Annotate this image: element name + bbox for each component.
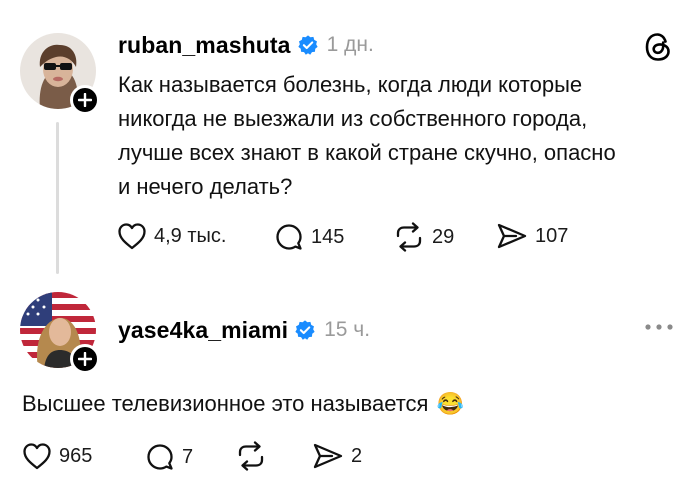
comment-bubble-icon (274, 222, 304, 252)
post-text: Высшее телевизионное это называется 😂 (22, 387, 464, 421)
post-time: 1 дн. (326, 33, 374, 56)
like-count: 4,9 тыс. (154, 224, 227, 247)
post-text: Как называется болезнь, когда люди котор… (118, 68, 678, 204)
post-time: 15 ч. (324, 318, 371, 341)
comment-count: 7 (182, 445, 194, 468)
heart-icon (22, 442, 52, 470)
post-text-line: лучше всех знают в какой стране скучно, … (118, 140, 616, 165)
like-button[interactable]: 965 (22, 442, 92, 470)
post-header: yase4ka_miami 15 ч. (118, 315, 370, 345)
plus-icon (78, 352, 92, 366)
username[interactable]: ruban_mashuta (118, 32, 291, 59)
repost-button[interactable] (235, 441, 267, 471)
repost-button[interactable]: 29 (393, 222, 454, 252)
repost-icon (235, 441, 267, 471)
more-options-icon[interactable] (644, 322, 674, 332)
post-text-line: Высшее телевизионное это называется (22, 391, 429, 416)
post-header: ruban_mashuta 1 дн. (118, 30, 374, 60)
repost-count: 29 (432, 225, 455, 248)
share-count: 2 (351, 444, 363, 467)
heart-icon (117, 222, 147, 250)
follow-button[interactable] (70, 85, 100, 115)
username[interactable]: yase4ka_miami (118, 317, 288, 344)
repost-icon (393, 222, 425, 252)
share-button[interactable]: 2 (312, 442, 362, 470)
laughing-emoji: 😂 (436, 391, 464, 416)
comment-count: 145 (311, 225, 345, 248)
comment-button[interactable]: 7 (145, 442, 193, 472)
post-text-line: никогда не выезжали из собственного горо… (118, 106, 588, 131)
post-text-line: Как называется болезнь, когда люди котор… (118, 72, 583, 97)
comment-bubble-icon (145, 442, 175, 472)
share-button[interactable]: 107 (496, 222, 568, 250)
send-icon (312, 442, 344, 470)
share-count: 107 (535, 224, 569, 247)
like-count: 965 (59, 444, 93, 467)
comment-button[interactable]: 145 (274, 222, 344, 252)
verified-badge-icon (297, 34, 319, 56)
plus-icon (78, 93, 92, 107)
like-button[interactable]: 4,9 тыс. (117, 222, 226, 250)
follow-button[interactable] (70, 344, 100, 374)
send-icon (496, 222, 528, 250)
thread-line (56, 122, 59, 274)
threads-logo-icon[interactable] (644, 32, 672, 62)
verified-badge-icon (294, 319, 316, 341)
post-text-line: и нечего делать? (118, 174, 293, 199)
